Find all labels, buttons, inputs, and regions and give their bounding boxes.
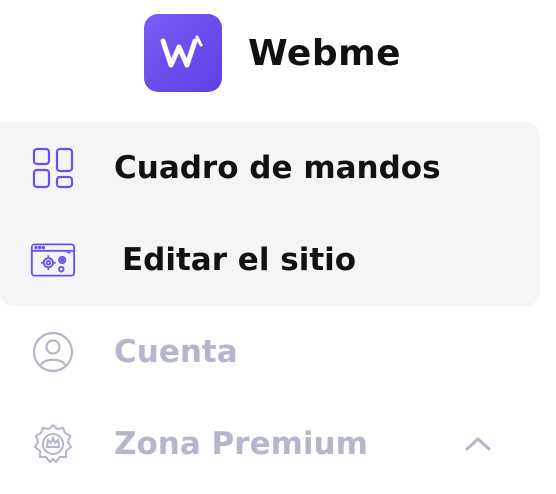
site-settings-icon xyxy=(30,237,76,283)
webme-logo-icon xyxy=(144,14,222,92)
nav-label-edit-site: Editar el sitio xyxy=(122,242,357,278)
chevron-up-icon[interactable] xyxy=(462,428,494,460)
user-circle-icon xyxy=(30,329,76,375)
dashboard-grid-icon xyxy=(30,145,76,191)
nav-item-account[interactable]: Cuenta xyxy=(0,306,540,398)
nav-label-premium-zone: Zona Premium xyxy=(114,426,368,462)
nav-label-dashboard: Cuadro de mandos xyxy=(114,150,441,186)
brand-name: Webme xyxy=(248,32,402,74)
sidebar-nav: Cuadro de mandos Editar el sitio Cuenta … xyxy=(0,122,540,490)
nav-label-account: Cuenta xyxy=(114,334,238,370)
nav-item-premium-zone[interactable]: Zona Premium xyxy=(0,398,540,490)
nav-item-dashboard[interactable]: Cuadro de mandos xyxy=(0,122,540,214)
nav-item-edit-site[interactable]: Editar el sitio xyxy=(0,214,540,306)
brand-header[interactable]: Webme xyxy=(144,14,401,92)
premium-badge-icon xyxy=(30,421,76,467)
